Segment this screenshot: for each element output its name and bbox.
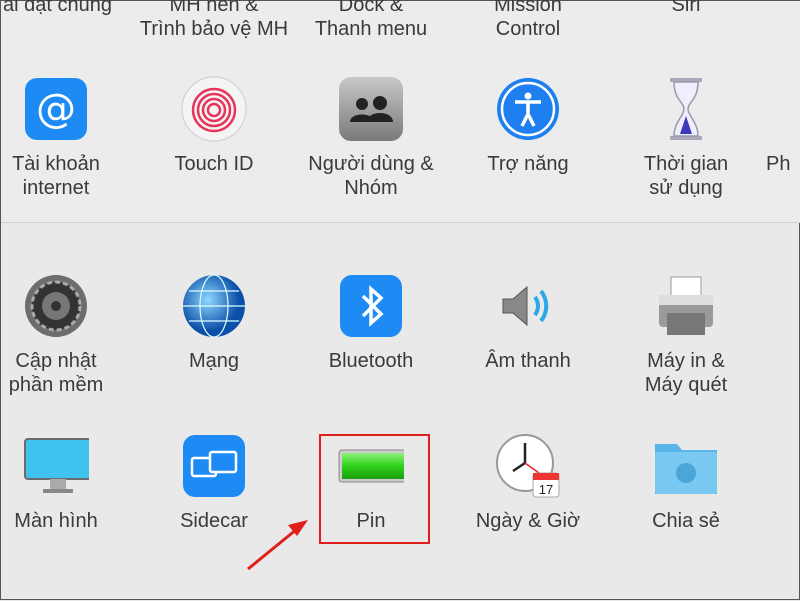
red-arrow-icon bbox=[247, 520, 308, 571]
